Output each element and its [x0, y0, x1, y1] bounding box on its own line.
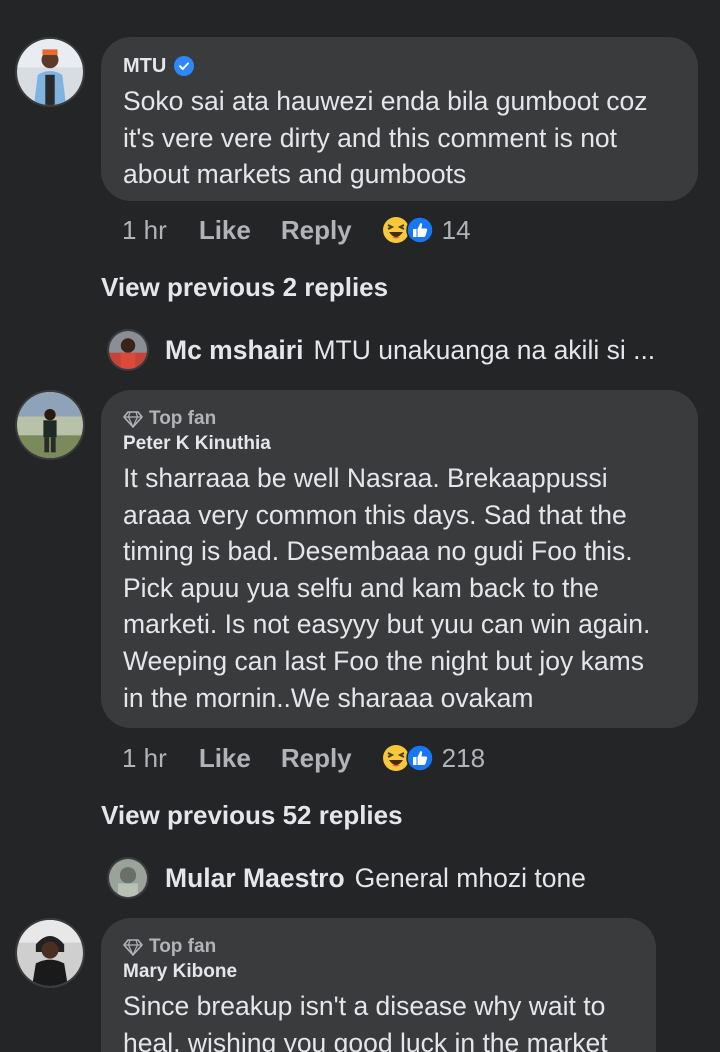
author-name[interactable]: MTU	[123, 55, 166, 78]
reactions-summary[interactable]	[382, 744, 434, 772]
thumbs-up-icon	[405, 744, 434, 772]
comment-time[interactable]: 1 hr	[122, 743, 167, 774]
reply-button[interactable]: Reply	[281, 215, 352, 246]
avatar-mtu[interactable]	[15, 37, 85, 107]
comment-author[interactable]: Mary Kibone	[123, 960, 634, 984]
comment-bubble-mtu: MTU Soko sai ata hauwezi enda bila gumbo…	[101, 37, 698, 201]
profile-photo-icon	[17, 39, 83, 105]
comment-text: Soko sai ata hauwezi enda bila gumboot c…	[123, 86, 648, 190]
thumbs-up-icon	[405, 216, 434, 244]
top-fan-badge: Top fan	[123, 406, 676, 432]
profile-photo-icon	[109, 331, 147, 369]
comment-bubble-mary: Top fan Mary Kibone Since breakup isn't …	[101, 918, 656, 1052]
reply-text: MTU unakuanga na akili si ...	[313, 334, 656, 365]
author-name[interactable]: Peter K Kinuthia	[123, 433, 271, 455]
comments-thread: MTU Soko sai ata hauwezi enda bila gumbo…	[0, 0, 720, 1052]
reaction-count[interactable]: 14	[442, 215, 471, 246]
like-button[interactable]: Like	[199, 215, 251, 246]
reply-button[interactable]: Reply	[281, 743, 352, 774]
like-button[interactable]: Like	[199, 743, 251, 774]
comment-time[interactable]: 1 hr	[122, 215, 167, 246]
reply-preview[interactable]: Mular Maestro General mhozi tone	[107, 856, 586, 900]
avatar-mary[interactable]	[15, 918, 85, 988]
comment-author[interactable]: MTU	[123, 53, 676, 79]
avatar-peter[interactable]	[15, 390, 85, 460]
profile-photo-icon	[17, 920, 83, 986]
profile-photo-icon	[109, 859, 147, 897]
verified-badge-icon	[174, 56, 195, 76]
reply-preview[interactable]: Mc mshairi MTU unakuanga na akili si ...	[107, 328, 655, 372]
author-name[interactable]: Mary Kibone	[123, 961, 237, 983]
comment-author[interactable]: Peter K Kinuthia	[123, 432, 676, 456]
reactions-summary[interactable]	[382, 216, 434, 244]
reaction-count[interactable]: 218	[442, 743, 485, 774]
diamond-icon	[123, 411, 143, 428]
top-fan-label: Top fan	[149, 408, 217, 429]
avatar-mc-mshairi[interactable]	[107, 329, 149, 371]
comment-bubble-peter: Top fan Peter K Kinuthia It sharraaa be …	[101, 390, 698, 728]
comment-text: It sharraaa be well Nasraa. Brekaappussi…	[123, 463, 651, 713]
view-previous-replies-button[interactable]: View previous 52 replies	[101, 800, 403, 831]
comment-actions: 1 hr Like Reply 218	[122, 738, 485, 778]
top-fan-badge: Top fan	[123, 934, 634, 960]
reply-text: General mhozi tone	[354, 862, 586, 893]
profile-photo-icon	[17, 392, 83, 458]
avatar-mular-maestro[interactable]	[107, 857, 149, 899]
diamond-icon	[123, 939, 143, 956]
reply-author[interactable]: Mular Maestro	[165, 863, 345, 894]
view-previous-replies-button[interactable]: View previous 2 replies	[101, 272, 388, 303]
comment-text: Since breakup isn't a disease why wait t…	[123, 991, 608, 1052]
comment-actions: 1 hr Like Reply 14	[122, 210, 471, 250]
top-fan-label: Top fan	[149, 936, 217, 957]
reply-author[interactable]: Mc mshairi	[165, 335, 303, 366]
